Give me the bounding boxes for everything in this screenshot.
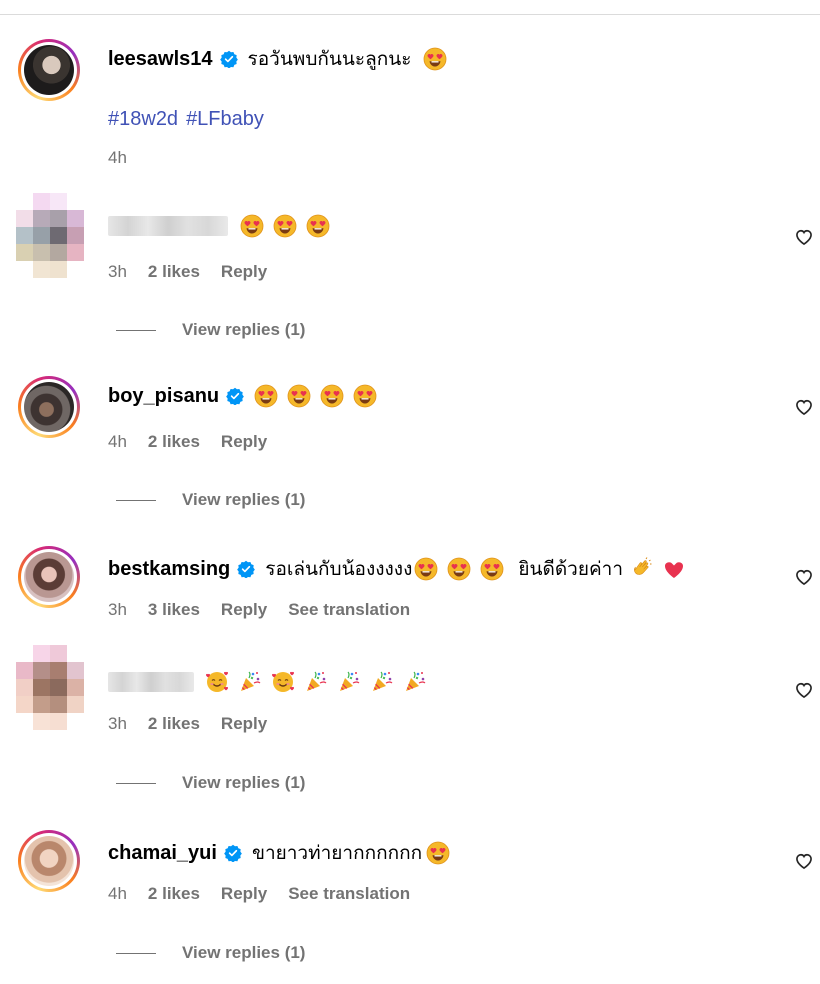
timestamp: 3h [108,600,127,619]
comment-2-line [108,214,339,238]
party-popper-emoji-icon [370,670,394,694]
heart-eyes-emoji-icon [240,214,264,238]
comment-meta: 3h 2 likes Reply [108,714,288,734]
timestamp: 4h [108,884,127,903]
red-heart-emoji-icon [662,557,686,581]
like-heart-icon[interactable] [794,851,814,871]
view-replies-button[interactable]: View replies (1) [116,773,305,793]
reply-button[interactable]: Reply [221,262,267,282]
view-replies-button[interactable]: View replies (1) [116,943,305,963]
comment-4-line: bestkamsing รอเล่นกับน้องงงงง ยินดีด้วยค… [108,554,695,584]
heart-eyes-emoji-icon [426,841,450,865]
username[interactable]: chamai_yui [108,842,217,865]
hashtags: #18w2d #LFbaby [108,108,272,131]
reply-button[interactable]: Reply [221,714,267,734]
replies-divider [116,499,156,501]
top-divider [0,14,820,15]
reply-button[interactable]: Reply [221,600,267,620]
verified-badge-icon [226,387,244,405]
heart-eyes-emoji-icon [273,214,297,238]
timestamp: 3h [108,262,127,281]
avatar-leesawls14[interactable] [18,39,80,101]
likes-count[interactable]: 2 likes [148,262,200,282]
blurred-username [108,672,194,692]
view-replies-label: View replies (1) [182,490,306,509]
hashtag-link[interactable]: #18w2d [108,108,178,130]
party-popper-emoji-icon [238,670,262,694]
smiling-face-with-hearts-emoji-icon [205,670,229,694]
blurred-avatar [16,193,84,279]
heart-eyes-emoji-icon [423,47,447,71]
view-replies-button[interactable]: View replies (1) [116,490,305,510]
view-replies-label: View replies (1) [182,773,306,792]
heart-eyes-emoji-icon [414,557,438,581]
username[interactable]: leesawls14 [108,48,213,71]
heart-eyes-emoji-icon [480,557,504,581]
comment-meta: 3h 2 likes Reply [108,262,288,282]
party-popper-emoji-icon [304,670,328,694]
comment-meta: 4h [108,148,148,168]
see-translation-button[interactable]: See translation [288,600,410,620]
verified-badge-icon [220,50,238,68]
comment-1-line: leesawls14 รอวันพบกันนะลูกนะ [108,44,456,74]
view-replies-label: View replies (1) [182,943,306,962]
blurred-avatar [16,645,84,731]
party-popper-emoji-icon [403,670,427,694]
likes-count[interactable]: 2 likes [148,714,200,734]
comment-3-line: boy_pisanu [108,384,386,408]
comment-meta: 4h 2 likes Reply See translation [108,884,431,904]
verified-badge-icon [237,560,255,578]
smiling-face-with-hearts-emoji-icon [271,670,295,694]
comment-text-2: ยินดีด้วยค่าา [518,559,624,580]
username[interactable]: bestkamsing [108,558,230,581]
avatar-boy-pisanu[interactable] [18,376,80,438]
replies-divider [116,952,156,954]
heart-eyes-emoji-icon [353,384,377,408]
timestamp: 3h [108,714,127,733]
like-heart-icon[interactable] [794,680,814,700]
heart-eyes-emoji-icon [306,214,330,238]
like-heart-icon[interactable] [794,397,814,417]
party-popper-emoji-icon [337,670,361,694]
heart-eyes-emoji-icon [320,384,344,408]
heart-eyes-emoji-icon [254,384,278,408]
comment-text: รอเล่นกับน้องงงงง [265,559,413,580]
heart-eyes-emoji-icon [287,384,311,408]
comment-meta: 4h 2 likes Reply [108,432,288,452]
replies-divider [116,329,156,331]
timestamp: 4h [108,148,127,167]
reply-button[interactable]: Reply [221,884,267,904]
comment-text: รอวันพบกันนะลูกนะ [247,49,412,70]
heart-eyes-emoji-icon [447,557,471,581]
avatar-bestkamsing[interactable] [18,546,80,608]
timestamp: 4h [108,432,127,451]
comment-5-line [108,670,436,694]
see-translation-button[interactable]: See translation [288,884,410,904]
comment-meta: 3h 3 likes Reply See translation [108,600,431,620]
comment-text: ขายาวท่ายากกกกกก [251,843,423,864]
avatar-chamai-yui[interactable] [18,830,80,892]
replies-divider [116,782,156,784]
blurred-username [108,216,228,236]
hashtag-link[interactable]: #LFbaby [186,108,264,130]
view-replies-label: View replies (1) [182,320,306,339]
clapping-hands-emoji-icon [629,557,653,581]
likes-count[interactable]: 2 likes [148,432,200,452]
verified-badge-icon [224,844,242,862]
likes-count[interactable]: 2 likes [148,884,200,904]
likes-count[interactable]: 3 likes [148,600,200,620]
like-heart-icon[interactable] [794,567,814,587]
like-heart-icon[interactable] [794,227,814,247]
view-replies-button[interactable]: View replies (1) [116,320,305,340]
reply-button[interactable]: Reply [221,432,267,452]
username[interactable]: boy_pisanu [108,385,219,408]
comment-6-line: chamai_yui ขายาวท่ายากกกกกก [108,838,459,868]
